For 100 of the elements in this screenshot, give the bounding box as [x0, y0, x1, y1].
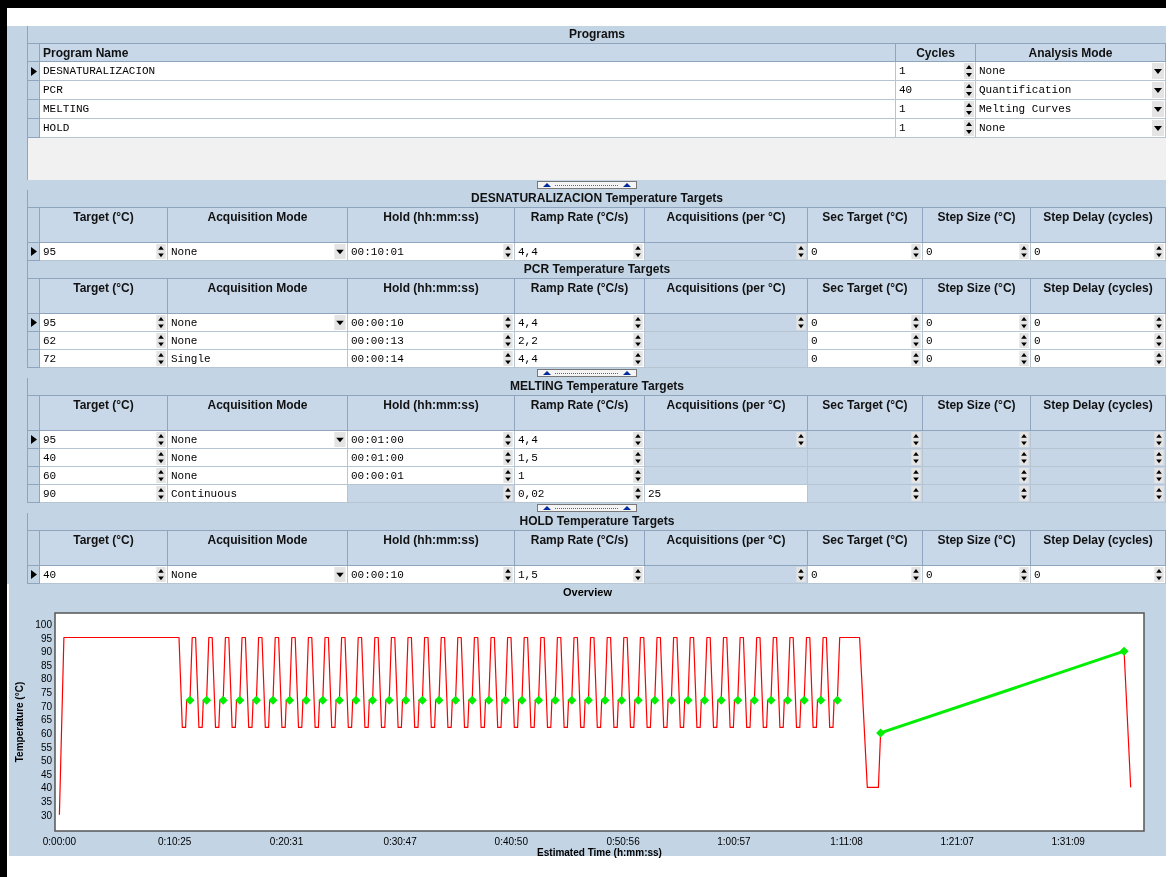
- dropdown-field[interactable]: None: [168, 431, 348, 449]
- row-header[interactable]: [28, 314, 40, 332]
- spinner-icon[interactable]: [911, 351, 921, 366]
- column-header[interactable]: Ramp Rate (°C/s): [515, 208, 645, 243]
- spin-field[interactable]: 00:00:13: [348, 332, 515, 350]
- spin-field[interactable]: 0: [1031, 566, 1166, 584]
- column-header[interactable]: Sec Target (°C): [808, 208, 923, 243]
- spinner-icon[interactable]: [964, 63, 974, 79]
- dropdown-field[interactable]: None: [168, 243, 348, 261]
- spin-field[interactable]: 62: [40, 332, 168, 350]
- spinner-icon[interactable]: [156, 432, 166, 447]
- spinner-icon[interactable]: [633, 567, 643, 582]
- spinner-icon[interactable]: [1154, 315, 1164, 330]
- spinner-icon[interactable]: [633, 486, 643, 501]
- dropdown-field[interactable]: Melting Curves: [976, 100, 1166, 119]
- spin-field[interactable]: 95: [40, 314, 168, 332]
- column-header[interactable]: Acquisitions (per °C): [645, 279, 808, 314]
- spinner-icon[interactable]: [503, 567, 513, 582]
- column-header[interactable]: Acquisition Mode: [168, 531, 348, 566]
- dropdown-field[interactable]: None: [976, 62, 1166, 81]
- spinner-icon[interactable]: [156, 486, 166, 501]
- spinner-icon[interactable]: [911, 333, 921, 348]
- spinner-icon[interactable]: [503, 315, 513, 330]
- spinner-icon[interactable]: [503, 468, 513, 483]
- spinner-icon[interactable]: [1019, 244, 1029, 259]
- spin-field[interactable]: 60: [40, 467, 168, 485]
- spinner-icon[interactable]: [1019, 315, 1029, 330]
- spin-field[interactable]: 40: [40, 449, 168, 467]
- spin-field[interactable]: 0: [808, 332, 923, 350]
- spinner-icon[interactable]: [633, 450, 643, 465]
- text-field[interactable]: DESNATURALIZACION: [40, 62, 896, 81]
- spinner-icon[interactable]: [156, 450, 166, 465]
- spin-field[interactable]: 0: [808, 314, 923, 332]
- column-header[interactable]: Hold (hh:mm:ss): [348, 396, 515, 431]
- splitter-handle[interactable]: [536, 181, 637, 189]
- row-header[interactable]: [28, 566, 40, 584]
- spin-field[interactable]: 0: [923, 314, 1031, 332]
- spin-field[interactable]: 0: [1031, 314, 1166, 332]
- spinner-icon[interactable]: [1154, 333, 1164, 348]
- row-header[interactable]: [28, 62, 40, 81]
- column-header[interactable]: Ramp Rate (°C/s): [515, 396, 645, 431]
- spinner-icon[interactable]: [503, 333, 513, 348]
- spinner-icon[interactable]: [633, 468, 643, 483]
- column-header[interactable]: Sec Target (°C): [808, 531, 923, 566]
- spinner-icon[interactable]: [911, 244, 921, 259]
- spin-field[interactable]: 95: [40, 431, 168, 449]
- column-header[interactable]: Target (°C): [40, 396, 168, 431]
- column-header[interactable]: Ramp Rate (°C/s): [515, 531, 645, 566]
- spinner-icon[interactable]: [633, 244, 643, 259]
- spin-field[interactable]: 90: [40, 485, 168, 503]
- spin-field[interactable]: 4,4: [515, 243, 645, 261]
- spin-field[interactable]: 1,5: [515, 566, 645, 584]
- spinner-icon[interactable]: [156, 468, 166, 483]
- spin-field[interactable]: 00:01:00: [348, 431, 515, 449]
- column-header[interactable]: Cycles: [896, 44, 976, 62]
- spinner-icon[interactable]: [633, 351, 643, 366]
- splitter-handle[interactable]: [536, 369, 637, 377]
- row-header[interactable]: [28, 243, 40, 261]
- spin-field[interactable]: 0: [808, 243, 923, 261]
- spinner-icon[interactable]: [1154, 351, 1164, 366]
- spinner-icon[interactable]: [633, 315, 643, 330]
- spin-field[interactable]: 95: [40, 243, 168, 261]
- spinner-icon[interactable]: [156, 351, 166, 366]
- spinner-icon[interactable]: [156, 244, 166, 259]
- spin-field[interactable]: 40: [40, 566, 168, 584]
- spin-field[interactable]: 0,02: [515, 485, 645, 503]
- spin-field[interactable]: 1: [896, 119, 976, 138]
- spin-field[interactable]: 0: [923, 566, 1031, 584]
- column-header[interactable]: Hold (hh:mm:ss): [348, 208, 515, 243]
- text-field[interactable]: Continuous: [168, 485, 348, 503]
- column-header[interactable]: Acquisition Mode: [168, 208, 348, 243]
- spinner-icon[interactable]: [503, 244, 513, 259]
- spin-field[interactable]: 1: [896, 100, 976, 119]
- column-header[interactable]: Sec Target (°C): [808, 279, 923, 314]
- column-header[interactable]: Step Size (°C): [923, 208, 1031, 243]
- spin-field[interactable]: 1: [896, 62, 976, 81]
- text-field[interactable]: HOLD: [40, 119, 896, 138]
- spin-field[interactable]: 0: [808, 566, 923, 584]
- spin-field[interactable]: 2,2: [515, 332, 645, 350]
- spinner-icon[interactable]: [1154, 567, 1164, 582]
- spin-field[interactable]: 00:00:10: [348, 314, 515, 332]
- spin-field[interactable]: 0: [923, 243, 1031, 261]
- column-header[interactable]: Step Size (°C): [923, 396, 1031, 431]
- spin-field[interactable]: 00:01:00: [348, 449, 515, 467]
- text-field[interactable]: Single: [168, 350, 348, 368]
- spinner-icon[interactable]: [503, 432, 513, 447]
- dropdown-field[interactable]: None: [976, 119, 1166, 138]
- spinner-icon[interactable]: [964, 82, 974, 98]
- column-header[interactable]: Acquisitions (per °C): [645, 208, 808, 243]
- column-header[interactable]: Target (°C): [40, 531, 168, 566]
- spin-field[interactable]: 1: [515, 467, 645, 485]
- text-field[interactable]: PCR: [40, 81, 896, 100]
- spin-field[interactable]: 0: [923, 350, 1031, 368]
- spinner-icon[interactable]: [964, 101, 974, 117]
- column-header[interactable]: Target (°C): [40, 208, 168, 243]
- spinner-icon[interactable]: [633, 432, 643, 447]
- spin-field[interactable]: 0: [923, 332, 1031, 350]
- spin-field[interactable]: 4,4: [515, 314, 645, 332]
- column-header[interactable]: Hold (hh:mm:ss): [348, 531, 515, 566]
- spinner-icon[interactable]: [503, 450, 513, 465]
